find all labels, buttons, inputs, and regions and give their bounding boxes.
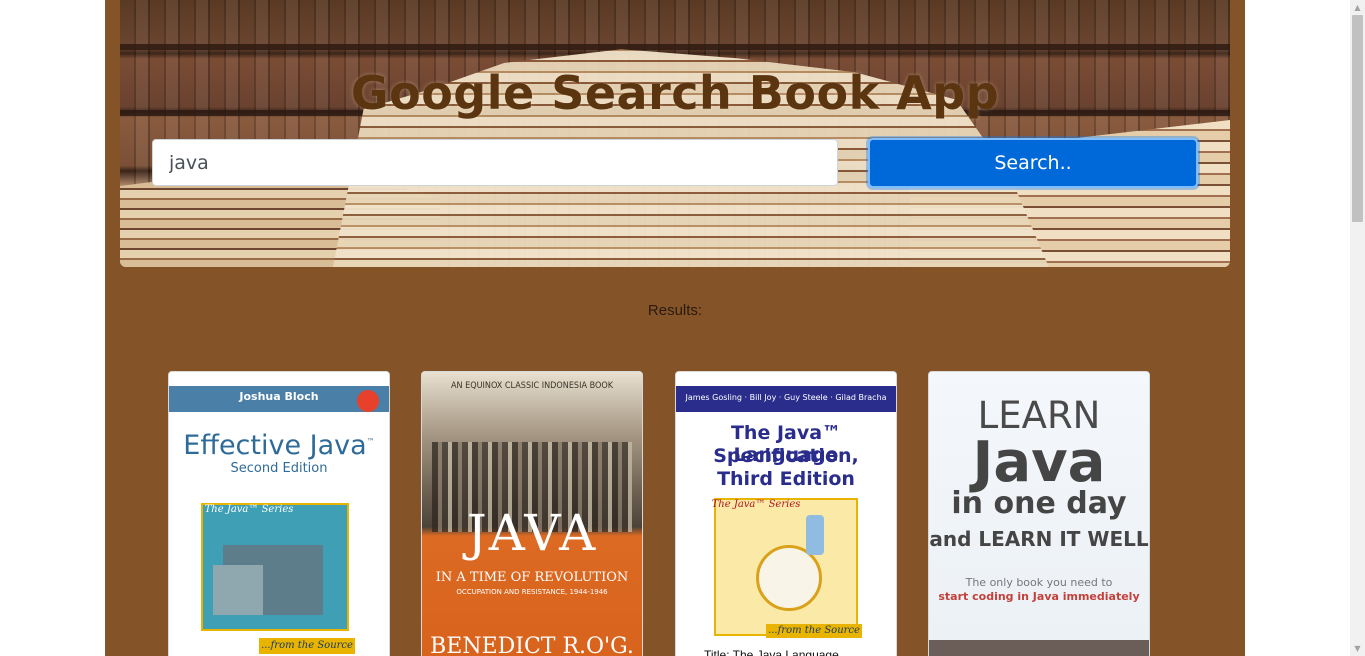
book-cover-java-revolution: AN EQUINOX CLASSIC INDONESIA BOOK JAVA I… [422,372,642,656]
book-title: JAVA [466,504,598,562]
main-container: Google Search Book App Search.. Results:… [105,0,1245,656]
book-tagline: ...from the Source [768,625,860,636]
book-publisher-line: AN EQUINOX CLASSIC INDONESIA BOOK [450,381,614,391]
book-author: Joshua Bloch [239,390,319,403]
cover-illustration [714,498,858,636]
book-caption: Title: The Java Language... [704,648,849,656]
badge-decor [357,390,379,412]
book-tagline-line1: The only book you need to [965,576,1113,589]
book-title-line3: in one day [951,486,1127,521]
book-tagline: ...from the Source [261,640,353,651]
book-card[interactable]: AN EQUINOX CLASSIC INDONESIA BOOK JAVA I… [421,371,643,656]
book-authors: James Gosling · Bill Joy · Guy Steele · … [685,393,887,402]
book-cover-java-language-spec: James Gosling · Bill Joy · Guy Steele · … [676,372,896,656]
book-title-line4: and LEARN IT WELL [929,527,1149,551]
trademark-symbol: ™ [366,437,375,446]
book-author: BENEDICT R.O'G. [430,634,634,656]
book-subtitle: Second Edition [230,461,328,476]
book-card[interactable]: Joshua Bloch Effective Java™ Second Edit… [168,371,390,656]
book-card[interactable]: LEARN Java in one day and LEARN IT WELL … [928,371,1150,656]
results-label: Results: [647,302,703,319]
search-button[interactable]: Search.. [868,138,1198,188]
book-cover-effective-java: Joshua Bloch Effective Java™ Second Edit… [169,372,389,656]
book-sub-subtitle: OCCUPATION AND RESISTANCE, 1944-1946 [456,588,608,596]
book-series: The Java™ Series [711,499,801,510]
search-input[interactable] [152,139,838,186]
scroll-down-arrow-icon[interactable]: ▼ [1350,641,1365,656]
vertical-scrollbar[interactable]: ▲ ▼ [1350,0,1365,656]
book-title-line3: Third Edition [717,468,855,490]
book-cover-learn-java: LEARN Java in one day and LEARN IT WELL … [929,372,1149,656]
book-subtitle: IN A TIME OF REVOLUTION [435,570,629,585]
book-tagline-line2: start coding in Java immediately [938,590,1140,603]
scroll-up-arrow-icon[interactable]: ▲ [1350,0,1365,15]
book-title: Effective Java [183,430,367,461]
book-title-line2: Specification, [713,445,859,467]
book-card[interactable]: James Gosling · Bill Joy · Guy Steele · … [675,371,897,656]
book-series: The Java™ Series [204,504,294,515]
shelf-decor [120,44,1230,50]
cover-illustration [201,503,349,631]
header-banner: Google Search Book App Search.. [120,0,1230,267]
scrollbar-thumb[interactable] [1352,15,1363,222]
app-title: Google Search Book App [350,66,1000,120]
